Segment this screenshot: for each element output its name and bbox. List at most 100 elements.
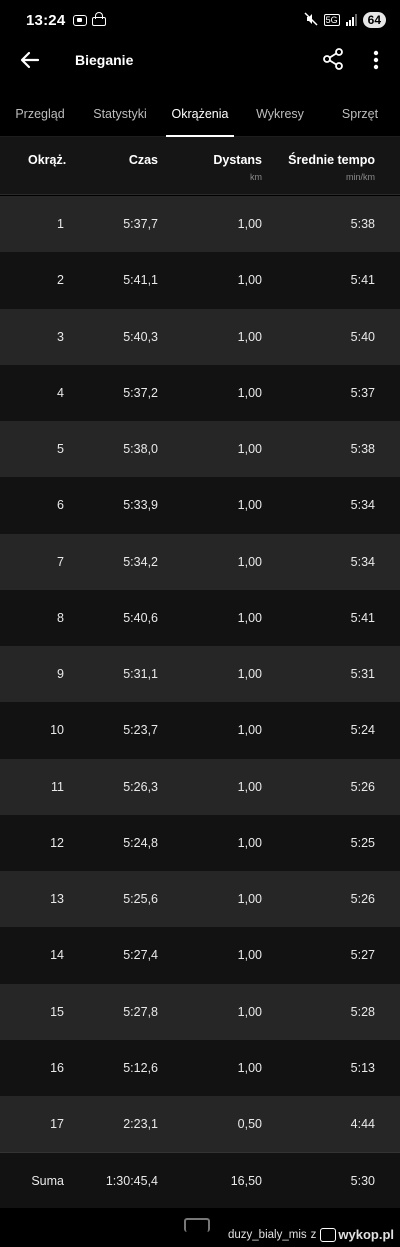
summary-pace: 5:30 xyxy=(350,1173,375,1188)
tab-bar: Przegląd Statystyki Okrążenia Wykresy Sp… xyxy=(0,95,400,137)
pace-cell: 5:41 xyxy=(350,610,375,625)
lap-cell: 5 xyxy=(57,442,64,457)
distance-cell: 1,00 xyxy=(237,329,262,344)
status-right-icons: 5G 64 xyxy=(304,11,386,29)
distance-cell: 1,00 xyxy=(237,273,262,288)
pace-cell: 5:24 xyxy=(350,723,375,738)
table-row[interactable]: 4 5:37,2 1,00 5:37 xyxy=(0,364,400,421)
column-header-pace[interactable]: Średnie tempo xyxy=(288,153,375,167)
summary-label: Suma xyxy=(31,1173,64,1188)
distance-cell: 1,00 xyxy=(237,498,262,513)
time-cell: 5:12,6 xyxy=(123,1060,158,1075)
back-button[interactable] xyxy=(18,48,42,72)
time-cell: 5:24,8 xyxy=(123,835,158,850)
watermark-author: duzy_bialy_mis xyxy=(228,1228,307,1241)
pace-cell: 5:28 xyxy=(350,1004,375,1019)
table-row[interactable]: 9 5:31,1 1,00 5:31 xyxy=(0,646,400,703)
tab-overview[interactable]: Przegląd xyxy=(0,95,80,136)
pace-cell: 4:44 xyxy=(350,1117,375,1132)
pace-cell: 5:41 xyxy=(350,273,375,288)
lap-cell: 2 xyxy=(57,273,64,288)
time-cell: 2:23,1 xyxy=(123,1117,158,1132)
table-row[interactable]: 12 5:24,8 1,00 5:25 xyxy=(0,814,400,871)
nav-handle-icon[interactable] xyxy=(184,1218,210,1232)
pace-cell: 5:27 xyxy=(350,948,375,963)
distance-cell: 0,50 xyxy=(237,1117,262,1132)
status-left-icons xyxy=(73,12,107,26)
app-bar: Bieganie xyxy=(0,40,400,80)
column-unit-distance: km xyxy=(250,172,262,182)
tab-gear[interactable]: Sprzęt xyxy=(320,95,400,136)
lap-cell: 8 xyxy=(57,610,64,625)
column-header-distance[interactable]: Dystans xyxy=(213,153,262,167)
distance-cell: 1,00 xyxy=(237,835,262,850)
status-time: 13:24 xyxy=(26,11,66,29)
distance-cell: 1,00 xyxy=(237,948,262,963)
lap-cell: 10 xyxy=(50,723,64,738)
distance-cell: 1,00 xyxy=(237,1004,262,1019)
time-cell: 5:37,2 xyxy=(123,385,158,400)
pace-cell: 5:31 xyxy=(350,667,375,682)
column-unit-pace: min/km xyxy=(346,172,375,182)
table-row[interactable]: 3 5:40,3 1,00 5:40 xyxy=(0,308,400,365)
share-icon xyxy=(323,48,343,70)
lap-cell: 4 xyxy=(57,385,64,400)
lap-cell: 17 xyxy=(50,1117,64,1132)
table-row[interactable]: 5 5:38,0 1,00 5:38 xyxy=(0,421,400,478)
more-options-button[interactable] xyxy=(364,48,388,72)
lock-icon xyxy=(92,12,107,26)
pace-cell: 5:34 xyxy=(350,554,375,569)
table-row[interactable]: 8 5:40,6 1,00 5:41 xyxy=(0,589,400,646)
distance-cell: 1,00 xyxy=(237,667,262,682)
table-row[interactable]: 10 5:23,7 1,00 5:24 xyxy=(0,702,400,759)
column-header-lap[interactable]: Okrąż. xyxy=(28,153,66,167)
more-vertical-icon xyxy=(373,50,379,70)
lap-cell: 12 xyxy=(50,835,64,850)
watermark-site: wykop.pl xyxy=(338,1227,394,1242)
pace-cell: 5:26 xyxy=(350,779,375,794)
distance-cell: 1,00 xyxy=(237,385,262,400)
tab-statistics[interactable]: Statystyki xyxy=(80,95,160,136)
lap-cell: 6 xyxy=(57,498,64,513)
lap-cell: 11 xyxy=(51,779,64,794)
table-row[interactable]: 2 5:41,1 1,00 5:41 xyxy=(0,252,400,309)
mute-icon xyxy=(304,11,318,29)
tab-charts[interactable]: Wykresy xyxy=(240,95,320,136)
footer: duzy_bialy_mis z wykop.pl xyxy=(0,1218,400,1247)
table-row[interactable]: 16 5:12,6 1,00 5:13 xyxy=(0,1039,400,1096)
lap-cell: 7 xyxy=(57,554,64,569)
share-button[interactable] xyxy=(320,46,346,72)
time-cell: 5:40,6 xyxy=(123,610,158,625)
lap-cell: 14 xyxy=(50,948,64,963)
column-header-time[interactable]: Czas xyxy=(129,153,158,167)
table-row[interactable]: 7 5:34,2 1,00 5:34 xyxy=(0,533,400,590)
pace-cell: 5:38 xyxy=(350,217,375,232)
table-row[interactable]: 1 5:37,7 1,00 5:38 xyxy=(0,196,400,253)
tab-laps[interactable]: Okrążenia xyxy=(160,95,240,137)
lap-cell: 9 xyxy=(57,667,64,682)
pace-cell: 5:37 xyxy=(350,385,375,400)
table-row[interactable]: 17 2:23,1 0,50 4:44 xyxy=(0,1096,400,1153)
time-cell: 5:27,4 xyxy=(123,948,158,963)
lap-cell: 13 xyxy=(50,892,64,907)
time-cell: 5:26,3 xyxy=(123,779,158,794)
summary-row: Suma 1:30:45,4 16,50 5:30 xyxy=(0,1152,400,1209)
table-row[interactable]: 14 5:27,4 1,00 5:27 xyxy=(0,927,400,984)
table-row[interactable]: 15 5:27,8 1,00 5:28 xyxy=(0,983,400,1040)
network-type-icon: 5G xyxy=(323,14,340,26)
time-cell: 5:38,0 xyxy=(123,442,158,457)
lap-cell: 16 xyxy=(50,1060,64,1075)
wykop-logo-icon xyxy=(320,1227,337,1242)
time-cell: 5:41,1 xyxy=(123,273,158,288)
arrow-left-icon xyxy=(20,51,40,69)
distance-cell: 1,00 xyxy=(237,1060,262,1075)
table-row[interactable]: 11 5:26,3 1,00 5:26 xyxy=(0,758,400,815)
signal-icon xyxy=(345,14,357,26)
table-row[interactable]: 13 5:25,6 1,00 5:26 xyxy=(0,871,400,928)
distance-cell: 1,00 xyxy=(237,442,262,457)
time-cell: 5:31,1 xyxy=(123,667,158,682)
table-row[interactable]: 6 5:33,9 1,00 5:34 xyxy=(0,477,400,534)
distance-cell: 1,00 xyxy=(237,779,262,794)
lap-cell: 3 xyxy=(57,329,64,344)
time-cell: 5:23,7 xyxy=(123,723,158,738)
